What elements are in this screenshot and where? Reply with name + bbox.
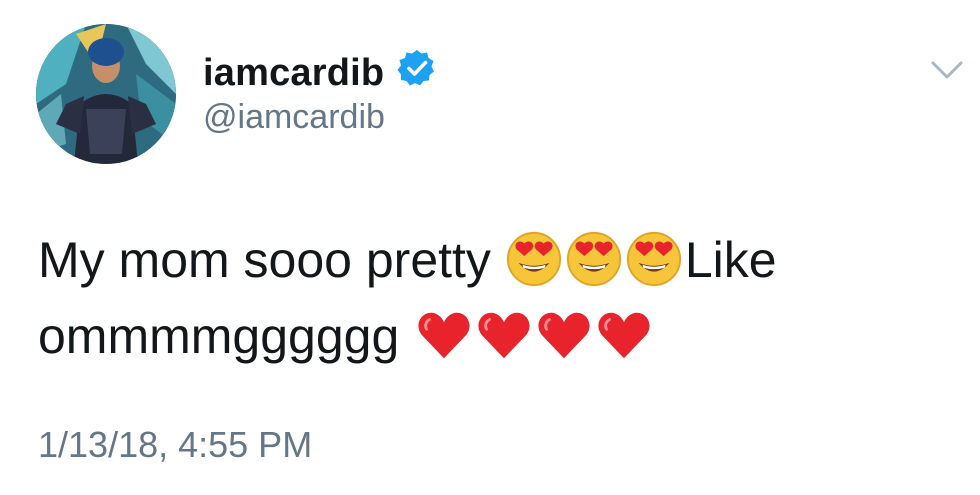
display-name[interactable]: iamcardib [203, 52, 384, 95]
heart-eyes-emoji-icon [626, 231, 681, 286]
red-heart-emoji-icon [598, 312, 650, 358]
avatar-image [36, 24, 176, 164]
verified-badge-icon [397, 50, 434, 86]
tweet-text: My mom sooo pretty Like ommmmgggggg [38, 222, 938, 374]
heart-eyes-emoji-icon [566, 231, 621, 286]
red-heart-emoji-icon [538, 312, 590, 358]
tweet-card: iamcardib @iamcardib My mom sooo pretty [0, 0, 980, 495]
red-heart-emoji-icon [478, 312, 530, 358]
avatar[interactable] [36, 24, 176, 164]
tweet-text-line-1: My mom sooo pretty Like [38, 222, 938, 298]
tweet-text-segment: Like [684, 232, 777, 288]
tweet-text-line-2: ommmmgggggg [38, 298, 938, 374]
user-handle[interactable]: @iamcardib [203, 98, 385, 137]
red-heart-emoji-icon [418, 312, 470, 358]
tweet-text-segment: My mom sooo pretty [38, 232, 491, 288]
chevron-down-icon[interactable] [930, 58, 964, 82]
tweet-text-segment: ommmmgggggg [38, 308, 400, 364]
tweet-timestamp[interactable]: 1/13/18, 4:55 PM [38, 424, 312, 466]
heart-eyes-emoji-icon [506, 231, 561, 286]
